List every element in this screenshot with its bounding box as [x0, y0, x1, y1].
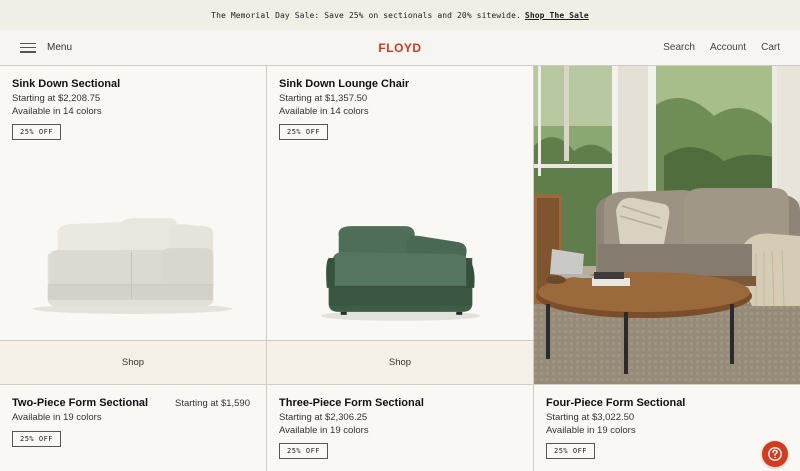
- floyd-logo[interactable]: FLOYD: [378, 41, 421, 55]
- product-card-three-piece-form-sectional[interactable]: Three-Piece Form Sectional Starting at $…: [267, 385, 534, 471]
- discount-badge: 25% OFF: [546, 443, 596, 459]
- cart-link[interactable]: Cart: [761, 42, 780, 53]
- account-link[interactable]: Account: [710, 42, 746, 53]
- sectional-sofa-image[interactable]: [0, 196, 266, 336]
- top-nav: Menu FLOYD Search Account Cart: [0, 30, 800, 66]
- lifestyle-photo[interactable]: [534, 66, 800, 385]
- hamburger-icon: [20, 42, 36, 53]
- product-name[interactable]: Sink Down Sectional: [12, 78, 254, 90]
- product-colors: Available in 14 colors: [279, 105, 369, 117]
- question-mark-icon: [768, 447, 782, 461]
- promo-text: The Memorial Day Sale: Save 25% on secti…: [211, 10, 521, 20]
- product-card-sink-down-lounge-chair[interactable]: Sink Down Lounge Chair Starting at $1,35…: [267, 66, 534, 385]
- product-price: Starting at $2,208.75: [12, 93, 101, 104]
- lounge-chair-image[interactable]: [267, 196, 533, 336]
- product-name[interactable]: Four-Piece Form Sectional: [546, 397, 788, 409]
- product-card-four-piece-form-sectional[interactable]: Four-Piece Form Sectional Starting at $3…: [534, 385, 800, 471]
- product-price: Starting at $3,022.50: [546, 412, 635, 423]
- product-name[interactable]: Sink Down Lounge Chair: [279, 78, 521, 90]
- product-price: Starting at $1,357.50: [279, 93, 368, 104]
- discount-badge: 25% OFF: [12, 124, 62, 140]
- product-colors: Available in 19 colors: [546, 424, 636, 436]
- discount-badge: 25% OFF: [279, 124, 329, 140]
- discount-badge: 25% OFF: [12, 430, 62, 447]
- shop-the-sale-link[interactable]: Shop The Sale: [525, 11, 589, 20]
- product-price: Starting at $1,590: [175, 398, 250, 409]
- shop-button[interactable]: Shop: [267, 340, 533, 384]
- search-link[interactable]: Search: [663, 42, 695, 53]
- promo-banner: The Memorial Day Sale: Save 25% on secti…: [0, 0, 800, 30]
- nav-actions: Search Account Cart: [663, 42, 780, 53]
- product-card-two-piece-form-sectional[interactable]: Two-Piece Form Sectional Available in 19…: [0, 385, 267, 471]
- product-name[interactable]: Three-Piece Form Sectional: [279, 397, 521, 409]
- product-price: Starting at $2,306.25: [279, 412, 368, 423]
- product-colors: Available in 14 colors: [12, 105, 102, 117]
- menu-label: Menu: [47, 42, 73, 53]
- menu-button[interactable]: Menu: [20, 42, 72, 53]
- shop-button[interactable]: Shop: [0, 340, 266, 384]
- product-colors: Available in 19 colors: [279, 424, 369, 436]
- living-room-image: [534, 66, 800, 384]
- product-card-sink-down-sectional[interactable]: Sink Down Sectional Starting at $2,208.7…: [0, 66, 267, 385]
- help-button[interactable]: [762, 441, 788, 467]
- product-colors: Available in 19 colors: [12, 412, 102, 423]
- discount-badge: 25% OFF: [279, 443, 329, 459]
- product-grid: Sink Down Sectional Starting at $2,208.7…: [0, 66, 800, 471]
